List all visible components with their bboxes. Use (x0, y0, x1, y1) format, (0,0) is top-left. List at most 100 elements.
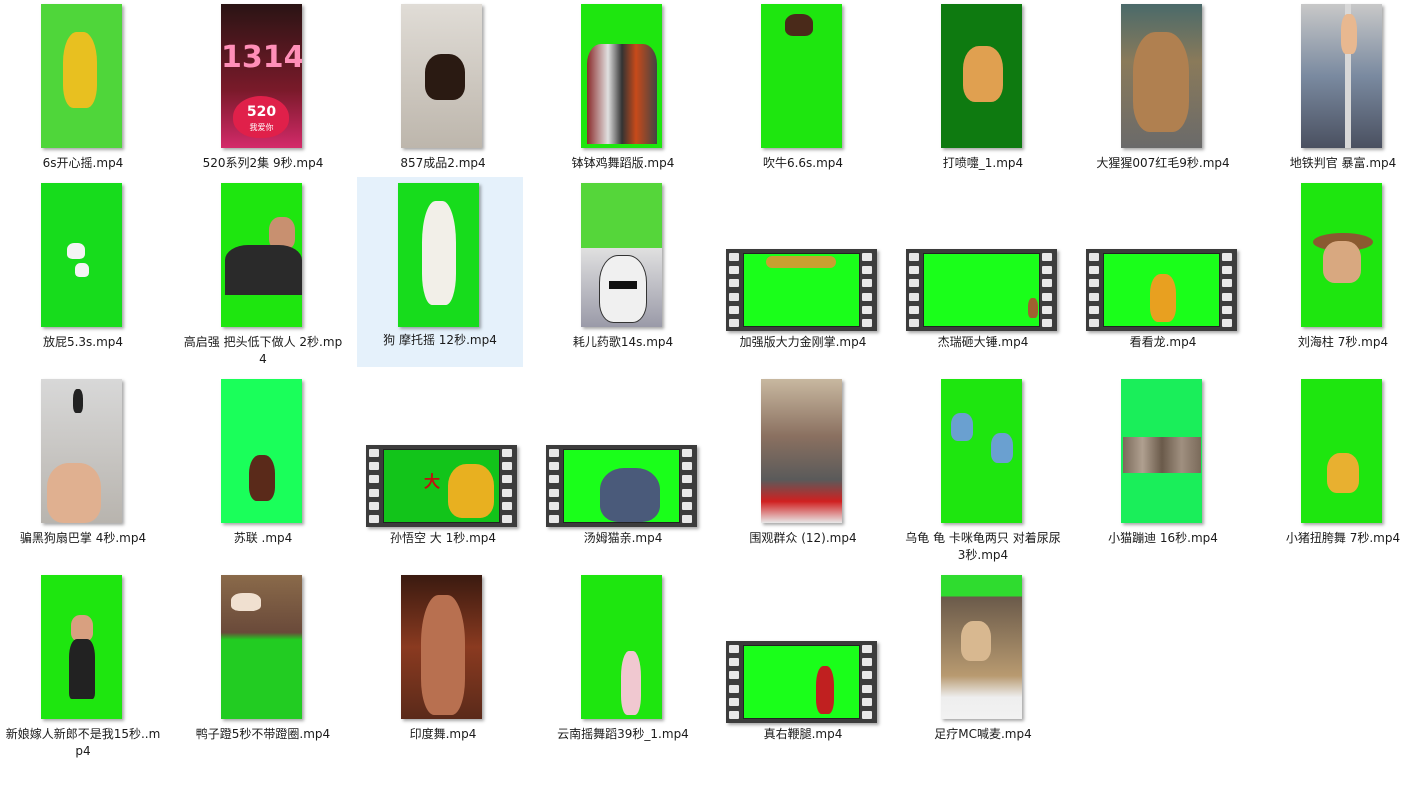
thumbnail[interactable] (900, 0, 1066, 152)
thumbnail-text: 大 (424, 472, 441, 491)
thumbnail[interactable] (1080, 375, 1246, 527)
thumbnail[interactable] (1260, 375, 1424, 527)
file-name: 印度舞.mp4 (409, 727, 477, 741)
file-item[interactable]: 苏联 .mp4 (180, 375, 346, 565)
thumbnail[interactable] (720, 0, 886, 152)
file-item[interactable]: 乌龟 龟 卡咪龟两只 对着尿尿 3秒.mp4 (900, 375, 1066, 565)
file-item[interactable]: 打喷嚏_1.mp4 (900, 0, 1066, 190)
file-item[interactable]: 鸭子蹬5秒不带蹬圈.mp4 (180, 571, 346, 761)
file-item[interactable]: 围观群众 (12).mp4 (720, 375, 886, 565)
file-item[interactable]: 杰瑞砸大锤.mp4 (900, 179, 1066, 369)
file-item[interactable]: 足疗MC喊麦.mp4 (900, 571, 1066, 761)
thumbnail[interactable] (180, 179, 346, 331)
thumbnail[interactable] (720, 375, 886, 527)
file-item[interactable]: 新娘嫁人新郎不是我15秒..mp4 (0, 571, 166, 761)
thumbnail[interactable] (540, 179, 706, 331)
file-item[interactable]: 云南摇舞蹈39秒_1.mp4 (540, 571, 706, 761)
file-item-selected[interactable]: 狗 摩托摇 12秒.mp4 (357, 177, 523, 367)
thumbnail[interactable] (180, 375, 346, 527)
video-thumbnail (1121, 379, 1202, 523)
thumbnail[interactable]: 1314 520 我爱你 (180, 0, 346, 152)
file-name: 吹牛6.6s.mp4 (762, 156, 844, 170)
file-name: 乌龟 龟 卡咪龟两只 对着尿尿 3秒.mp4 (905, 531, 1061, 562)
file-name: 杰瑞砸大锤.mp4 (937, 335, 1029, 349)
file-item[interactable]: 看看龙.mp4 (1080, 179, 1246, 369)
thumbnail-text: 我爱你 (249, 123, 274, 132)
thumbnail[interactable] (357, 177, 523, 329)
video-thumbnail (41, 575, 122, 719)
video-thumbnail (1301, 4, 1382, 148)
thumbnail[interactable] (0, 571, 166, 723)
video-thumbnail (1301, 183, 1382, 327)
thumbnail[interactable] (900, 571, 1066, 723)
file-name: 857成品2.mp4 (400, 156, 486, 170)
thumbnail[interactable] (360, 571, 526, 723)
file-item[interactable]: 骗黑狗扇巴掌 4秒.mp4 (0, 375, 166, 565)
thumbnail[interactable] (720, 571, 886, 723)
thumbnail[interactable] (540, 571, 706, 723)
video-thumbnail (41, 379, 122, 523)
video-thumbnail (41, 4, 122, 148)
file-item[interactable]: 1314 520 我爱你 520系列2集 9秒.mp4 (180, 0, 346, 190)
video-thumbnail (1301, 379, 1382, 523)
file-item[interactable]: 钵钵鸡舞蹈版.mp4 (540, 0, 706, 190)
video-thumbnail (761, 379, 842, 523)
file-name: 刘海柱 7秒.mp4 (1297, 335, 1389, 349)
thumbnail[interactable] (360, 0, 526, 152)
thumbnail[interactable] (1080, 0, 1246, 152)
file-name: 耗儿药歌14s.mp4 (572, 335, 674, 349)
thumbnail[interactable] (1080, 179, 1246, 331)
file-item[interactable]: 吹牛6.6s.mp4 (720, 0, 886, 190)
thumbnail[interactable] (540, 0, 706, 152)
thumbnail[interactable] (0, 0, 166, 152)
thumbnail[interactable] (900, 375, 1066, 527)
file-grid: 6s开心摇.mp4 1314 520 我爱你 520系列2集 9秒.mp4 85… (0, 0, 1424, 796)
video-thumbnail (941, 575, 1022, 719)
file-name: 520系列2集 9秒.mp4 (202, 156, 324, 170)
video-thumbnail (581, 575, 662, 719)
file-name: 真右鞭腿.mp4 (763, 727, 843, 741)
file-item[interactable]: 印度舞.mp4 (360, 571, 526, 761)
thumbnail[interactable] (1260, 0, 1424, 152)
file-item[interactable]: 刘海柱 7秒.mp4 (1260, 179, 1424, 369)
file-item[interactable]: 高启强 把头低下做人 2秒.mp4 (180, 179, 346, 369)
file-name: 大猩猩007红毛9秒.mp4 (1096, 156, 1230, 170)
thumbnail[interactable] (540, 375, 706, 527)
video-thumbnail-film (726, 641, 877, 723)
thumbnail[interactable] (900, 179, 1066, 331)
file-item[interactable]: 地铁判官 暴富.mp4 (1260, 0, 1424, 190)
thumbnail[interactable] (1260, 179, 1424, 331)
thumbnail[interactable] (0, 179, 166, 331)
thumbnail[interactable] (720, 179, 886, 331)
file-name: 汤姆猫亲.mp4 (583, 531, 663, 545)
file-name: 小猫蹦迪 16秒.mp4 (1108, 531, 1218, 545)
thumbnail[interactable] (180, 571, 346, 723)
file-name: 钵钵鸡舞蹈版.mp4 (571, 156, 675, 170)
file-item[interactable]: 小猫蹦迪 16秒.mp4 (1080, 375, 1246, 565)
file-item[interactable]: 放屁5.3s.mp4 (0, 179, 166, 369)
file-name: 苏联 .mp4 (233, 531, 293, 545)
file-item[interactable]: 857成品2.mp4 (360, 0, 526, 190)
file-name: 鸭子蹬5秒不带蹬圈.mp4 (195, 727, 331, 741)
file-name: 孙悟空 大 1秒.mp4 (389, 531, 497, 545)
file-name: 6s开心摇.mp4 (42, 156, 124, 170)
file-item[interactable]: 耗儿药歌14s.mp4 (540, 179, 706, 369)
thumbnail[interactable]: 大 (360, 375, 526, 527)
file-name: 加强版大力金刚掌.mp4 (739, 335, 867, 349)
file-name: 足疗MC喊麦.mp4 (934, 727, 1032, 741)
video-thumbnail: 1314 520 我爱你 (221, 4, 302, 148)
file-item[interactable]: 大 孙悟空 大 1秒.mp4 (360, 375, 526, 565)
file-item[interactable]: 大猩猩007红毛9秒.mp4 (1080, 0, 1246, 190)
video-thumbnail (221, 379, 302, 523)
file-item[interactable]: 6s开心摇.mp4 (0, 0, 166, 190)
video-thumbnail (581, 4, 662, 148)
file-item[interactable]: 加强版大力金刚掌.mp4 (720, 179, 886, 369)
thumbnail[interactable] (0, 375, 166, 527)
video-thumbnail (1121, 4, 1202, 148)
file-item[interactable]: 真右鞭腿.mp4 (720, 571, 886, 761)
file-item[interactable]: 小猪扭胯舞 7秒.mp4 (1260, 375, 1424, 565)
video-thumbnail (941, 4, 1022, 148)
file-item[interactable]: 汤姆猫亲.mp4 (540, 375, 706, 565)
thumbnail-text: 520 (246, 104, 277, 120)
video-thumbnail (581, 183, 662, 327)
